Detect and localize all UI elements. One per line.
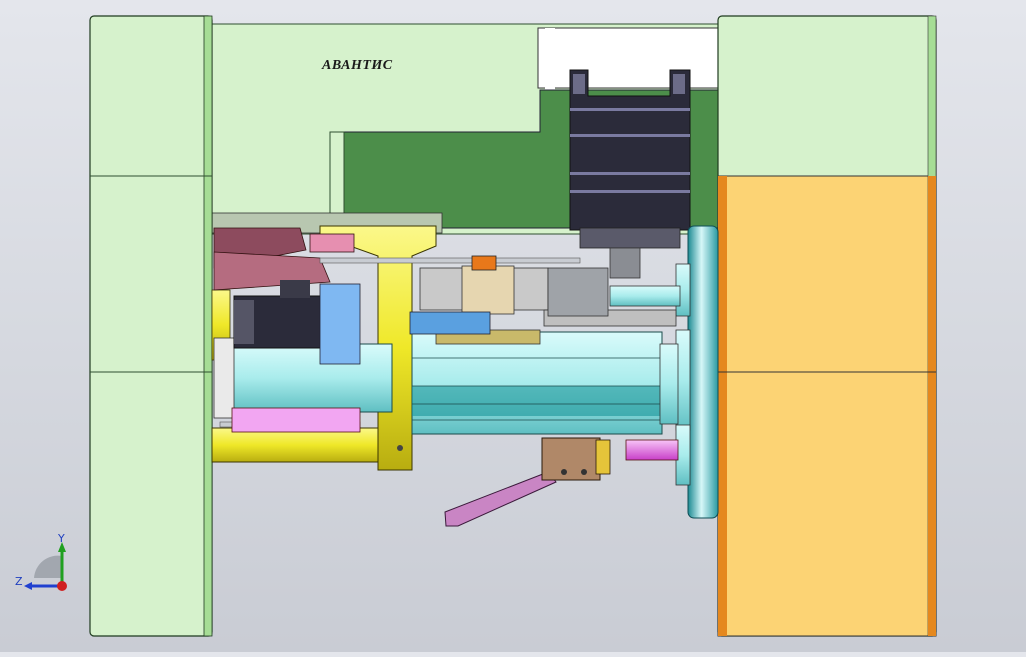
triad-plane-icon [34, 555, 62, 578]
spindle-disc [675, 225, 719, 519]
clamp-block [541, 437, 611, 481]
axis-triad [24, 542, 67, 591]
top-servo-motor [569, 69, 691, 279]
left-column [89, 15, 213, 637]
machine-assembly-drawing [89, 15, 937, 637]
z-axis-label: Z [15, 575, 23, 588]
right-column [717, 15, 937, 637]
cad-viewport[interactable]: АВАНТИС Y Z [0, 0, 1026, 652]
x-axis-icon [57, 581, 67, 591]
y-axis-label: Y [58, 532, 65, 545]
brand-label: АВАНТИС [322, 58, 393, 73]
